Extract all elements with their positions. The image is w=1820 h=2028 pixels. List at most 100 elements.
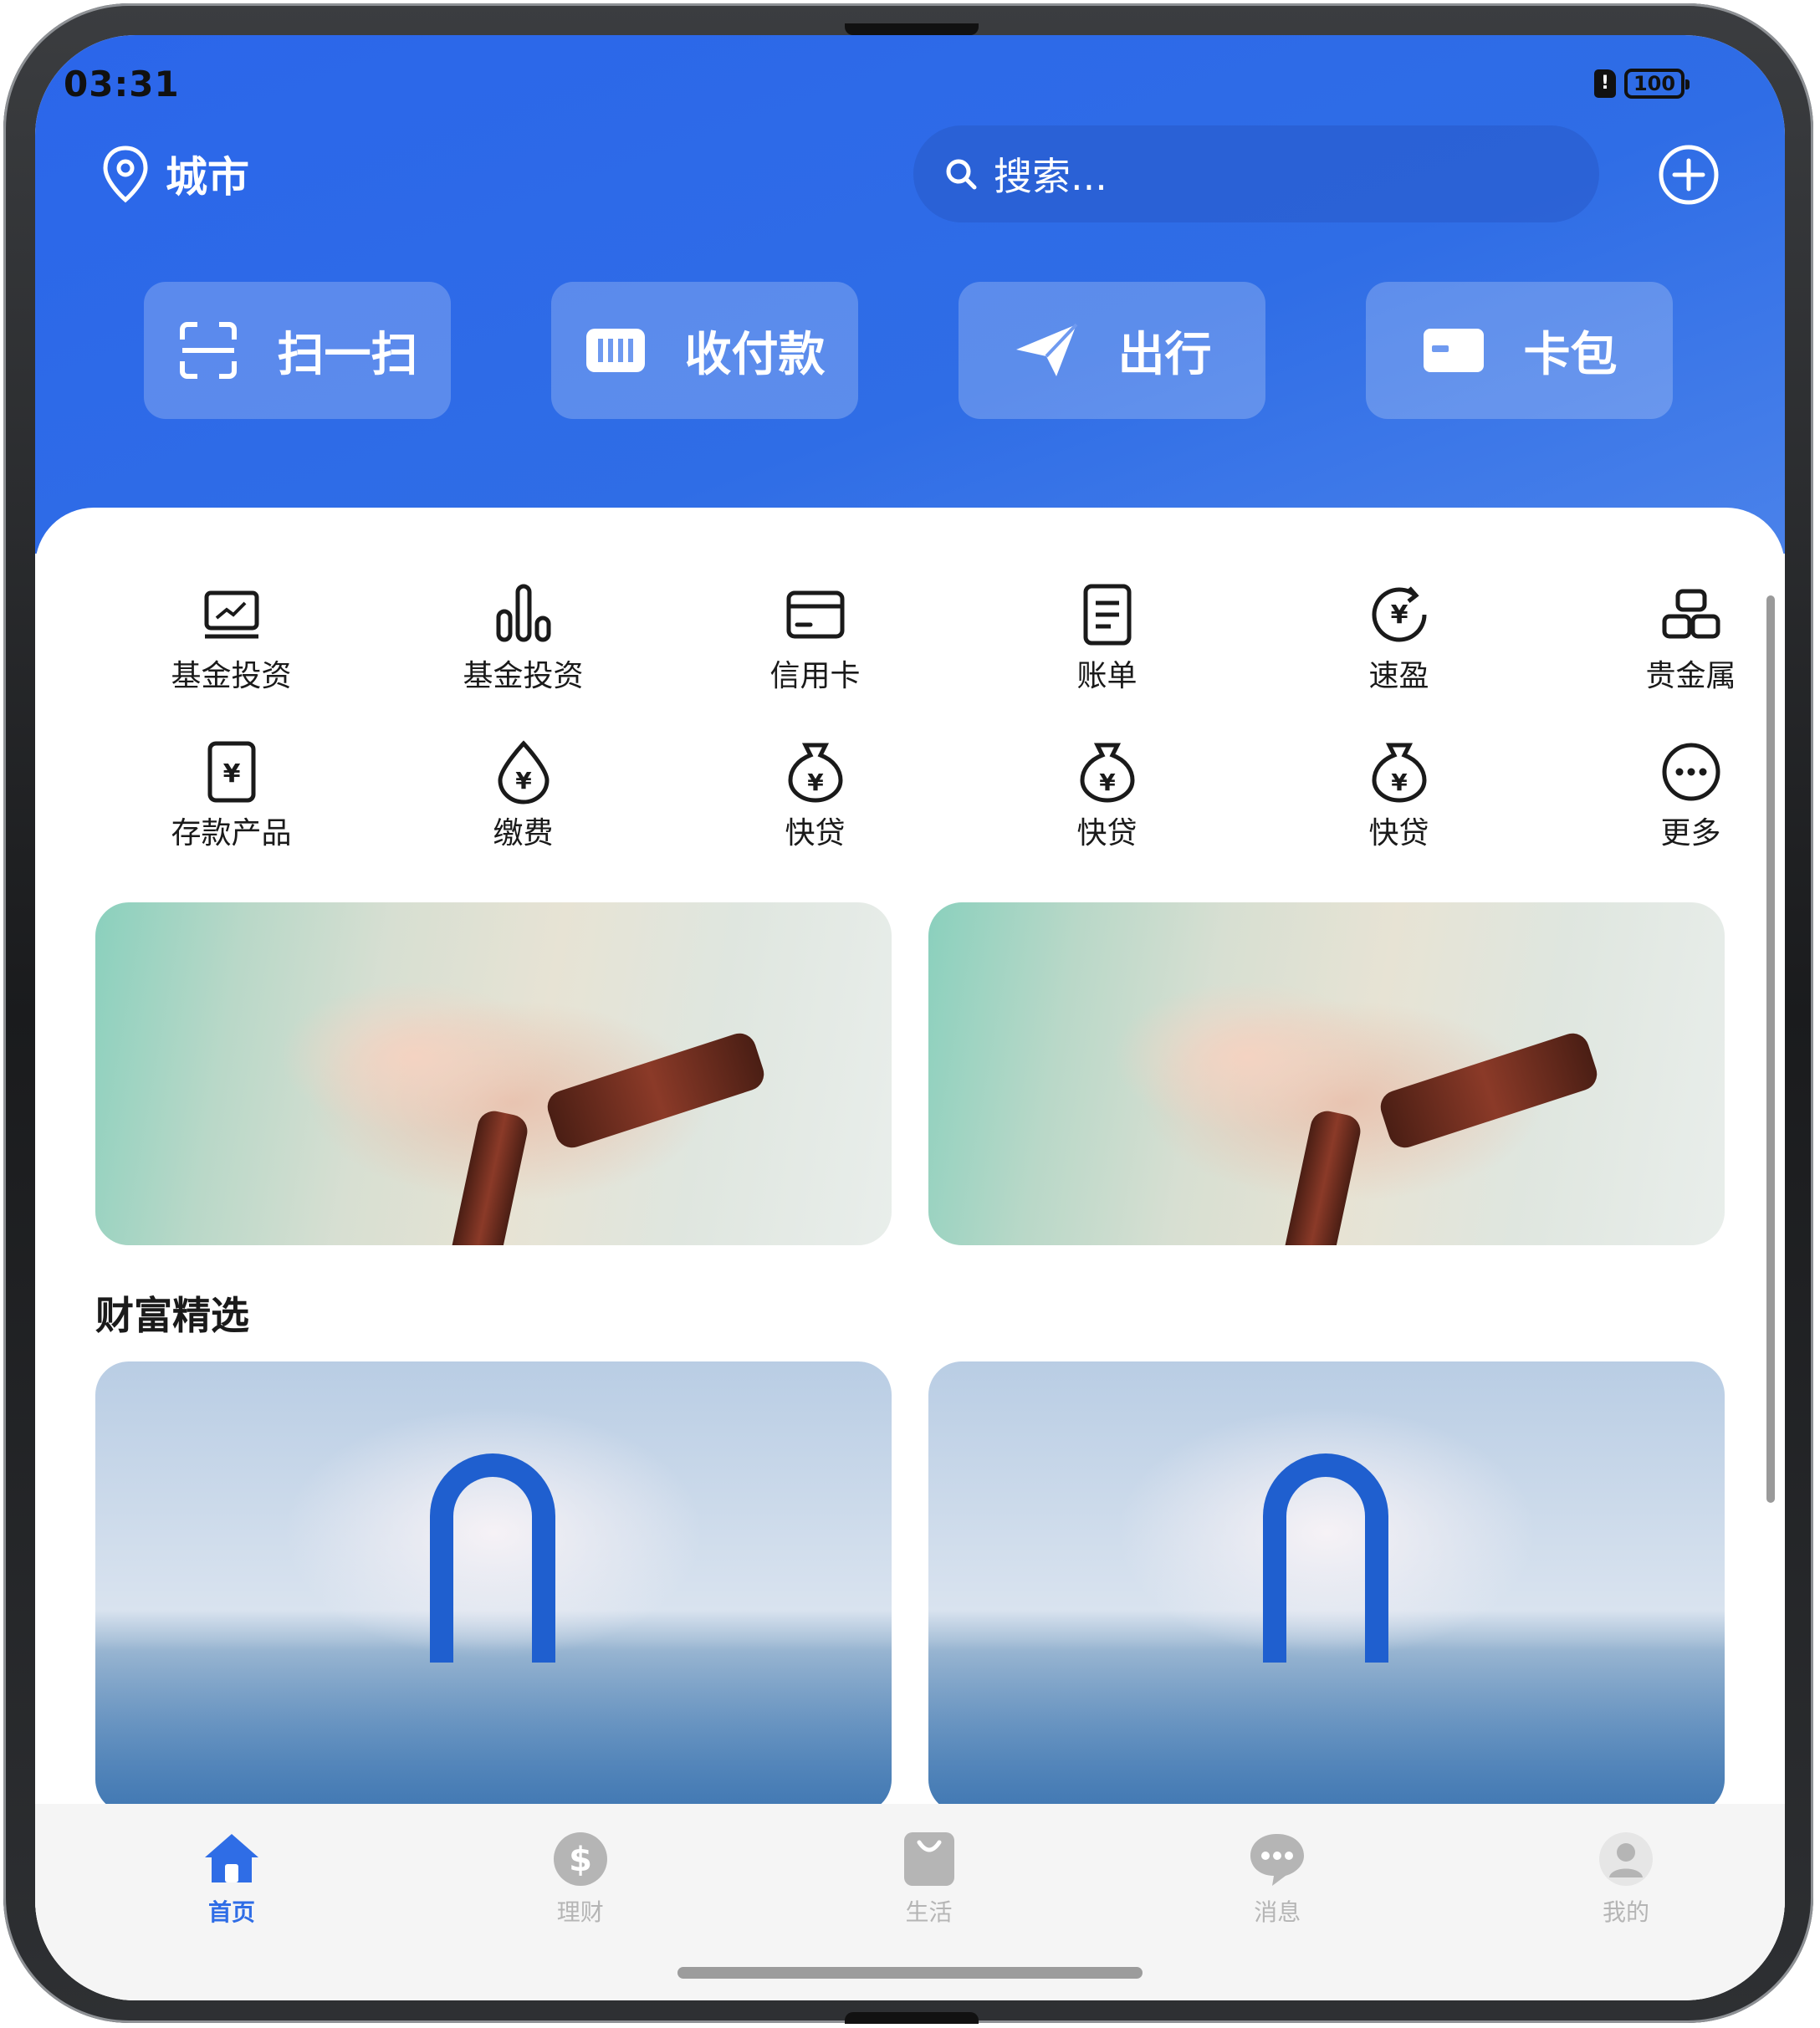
service-precious-metals[interactable]: 贵金属: [1545, 575, 1785, 732]
tab-label: 生活: [905, 1898, 953, 1926]
city-label: 城市: [166, 153, 249, 202]
search-bar[interactable]: 搜索...: [913, 125, 1599, 222]
arch-illustration: [1263, 1453, 1388, 1663]
status-icons: ! 100: [1594, 69, 1690, 99]
chat-icon: [1250, 1834, 1305, 1886]
svg-text:¥: ¥: [807, 769, 824, 796]
battery-icon: 100: [1624, 69, 1690, 99]
service-label: 速盈: [1368, 659, 1429, 693]
service-more[interactable]: 更多: [1545, 732, 1785, 889]
promo-banner-elderly-care-2[interactable]: [928, 902, 1725, 1245]
header: 03:31 ! 100 城市 搜索... 扫一扫 收付款 出行 卡包: [35, 35, 1785, 554]
tab-home[interactable]: 首页: [173, 1829, 290, 2000]
device-frame: 03:31 ! 100 城市 搜索... 扫一扫 收付款 出行 卡包 基金投资 …: [3, 3, 1813, 2024]
tab-label: 理财: [556, 1898, 604, 1926]
promo-banner-elderly-care[interactable]: [95, 902, 892, 1245]
search-placeholder: 搜索...: [994, 154, 1107, 199]
search-icon: [946, 159, 977, 190]
barcode-icon: [585, 329, 645, 372]
yen-drop-icon: ¥: [497, 740, 550, 805]
service-label: 贵金属: [1645, 659, 1736, 693]
quick-action-scan[interactable]: 扫一扫: [144, 282, 451, 419]
money-bag-icon: ¥: [1371, 743, 1427, 803]
device-hinge-top: [845, 23, 979, 35]
cane-shaft-illustration: [446, 1107, 531, 1245]
tab-label: 消息: [1254, 1898, 1301, 1926]
service-label: 存款产品: [171, 816, 292, 851]
service-label: 基金投资: [171, 659, 292, 693]
quick-action-cards[interactable]: 卡包: [1366, 282, 1673, 419]
svg-text:¥: ¥: [1391, 769, 1408, 796]
yen-refresh-icon: ¥: [1372, 586, 1426, 642]
svg-text:¥: ¥: [515, 767, 532, 794]
quick-action-label: 出行: [1117, 327, 1212, 382]
service-quick-loan[interactable]: ¥ 快贷: [669, 732, 961, 889]
service-label: 账单: [1076, 659, 1138, 693]
service-deposit-products[interactable]: ¥ 存款产品: [85, 732, 377, 889]
device-hinge-bottom: [845, 2012, 979, 2024]
quick-action-label: 收付款: [684, 327, 826, 382]
gold-bars-icon: [1662, 589, 1720, 639]
card-icon: [1423, 329, 1484, 372]
service-label: 信用卡: [769, 659, 861, 693]
service-quick-loan[interactable]: ¥ 快贷: [961, 732, 1253, 889]
service-label: 快贷: [1076, 816, 1138, 851]
service-payment[interactable]: ¥ 缴费: [377, 732, 669, 889]
quick-action-label: 扫一扫: [277, 327, 418, 382]
bill-icon: [1083, 584, 1131, 646]
service-label: 缴费: [493, 816, 554, 851]
tab-profile[interactable]: 我的: [1567, 1829, 1685, 2000]
service-fund-investment-2[interactable]: 基金投资: [377, 575, 669, 732]
service-grid: 基金投资 基金投资 信用卡 账单 ¥ 速盈 贵金属 ¥ 存款产品 ¥ 缴费 ¥ …: [85, 575, 1785, 889]
wealth-banner[interactable]: [95, 1361, 892, 1813]
quick-action-label: 卡包: [1523, 327, 1618, 382]
quick-action-payment[interactable]: 收付款: [551, 282, 858, 419]
tab-label: 我的: [1602, 1898, 1649, 1926]
add-button[interactable]: [1658, 144, 1720, 206]
bar-chart-icon: [496, 584, 550, 642]
quick-actions: 扫一扫 收付款 出行 卡包: [144, 282, 1673, 419]
service-label: 快贷: [1368, 816, 1429, 851]
cane-shaft-illustration: [1279, 1107, 1364, 1245]
dollar-icon: $: [553, 1832, 607, 1886]
cane-illustration: [543, 1029, 769, 1152]
status-time: 03:31: [64, 64, 180, 105]
service-bill[interactable]: 账单: [961, 575, 1253, 732]
service-label: 更多: [1660, 816, 1721, 851]
money-bag-icon: ¥: [1079, 743, 1135, 803]
tab-messages[interactable]: 消息: [1219, 1829, 1336, 2000]
screen: 03:31 ! 100 城市 搜索... 扫一扫 收付款 出行 卡包 基金投资 …: [35, 35, 1785, 2000]
service-quick-loan[interactable]: ¥ 快贷: [1253, 732, 1545, 889]
scan-icon: [179, 322, 237, 379]
money-bag-icon: ¥: [787, 743, 843, 803]
paper-plane-icon: [1015, 323, 1077, 376]
city-selector[interactable]: 城市: [100, 144, 249, 204]
service-label: 基金投资: [463, 659, 584, 693]
svg-text:¥: ¥: [1390, 600, 1408, 630]
credit-card-icon: [786, 590, 844, 639]
service-label: 快贷: [785, 816, 846, 851]
tab-wealth[interactable]: $ 理财: [522, 1829, 639, 2000]
home-icon: [205, 1834, 258, 1882]
wealth-banner-2[interactable]: [928, 1361, 1725, 1813]
tab-label: 首页: [207, 1898, 255, 1926]
content-panel: 基金投资 基金投资 信用卡 账单 ¥ 速盈 贵金属 ¥ 存款产品 ¥ 缴费 ¥ …: [35, 508, 1785, 2000]
more-icon: [1662, 743, 1720, 801]
sim-alert-icon: !: [1594, 69, 1616, 98]
service-suying[interactable]: ¥ 速盈: [1253, 575, 1545, 732]
cane-illustration: [1376, 1029, 1602, 1152]
svg-text:¥: ¥: [222, 759, 240, 789]
svg-text:¥: ¥: [1099, 769, 1116, 796]
arch-illustration: [430, 1453, 555, 1663]
user-icon: [1599, 1832, 1653, 1886]
chart-icon: [204, 590, 258, 639]
section-title: 财富精选: [95, 1293, 249, 1338]
home-indicator[interactable]: [677, 1967, 1143, 1979]
service-fund-investment[interactable]: 基金投资: [85, 575, 377, 732]
bag-icon: [903, 1832, 954, 1886]
quick-action-travel[interactable]: 出行: [959, 282, 1265, 419]
yen-card-icon: ¥: [207, 741, 255, 803]
service-credit-card[interactable]: 信用卡: [669, 575, 961, 732]
location-pin-icon: [103, 146, 148, 203]
svg-text:$: $: [569, 1841, 592, 1879]
